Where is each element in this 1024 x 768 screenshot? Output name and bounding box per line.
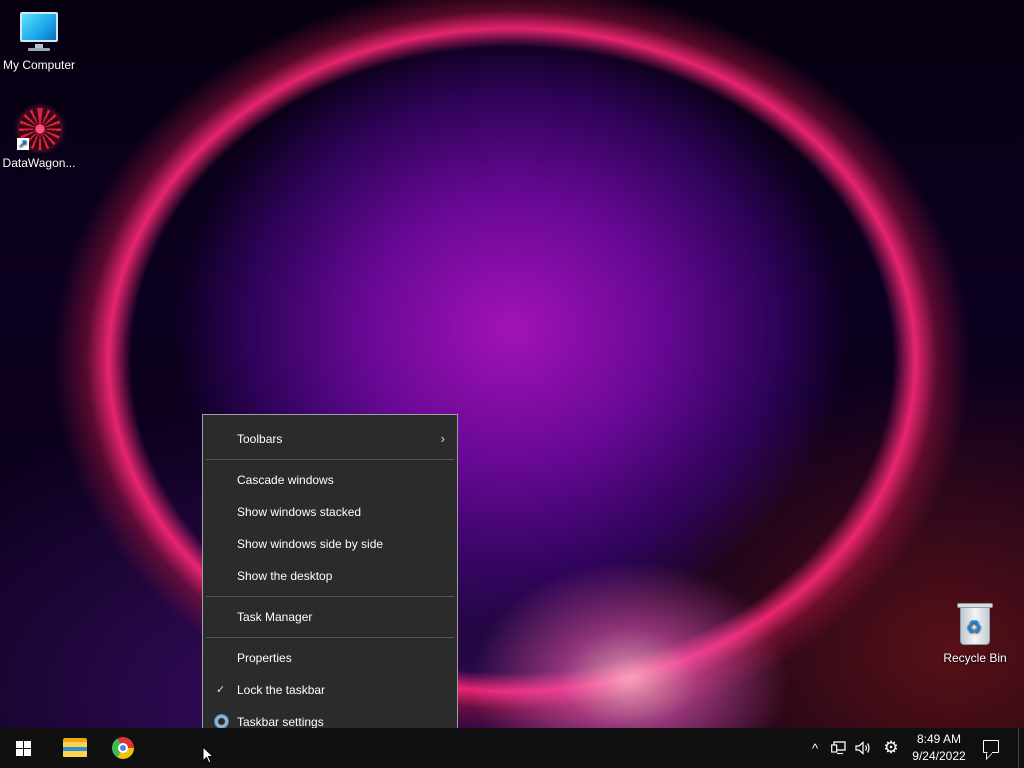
- recycle-bin-icon: ♻: [953, 603, 997, 647]
- menu-item-label: Taskbar settings: [237, 715, 324, 729]
- menu-item-label: Cascade windows: [237, 473, 334, 487]
- menu-item-lock-the-taskbar[interactable]: ✓ Lock the taskbar: [203, 675, 457, 705]
- volume-icon: [855, 741, 870, 755]
- shortcut-arrow-icon: ↗: [17, 138, 29, 150]
- menu-item-cascade-windows[interactable]: Cascade windows: [203, 465, 457, 495]
- taskbar-clock[interactable]: 8:49 AM 9/24/2022: [904, 731, 974, 765]
- monitor-icon: [17, 10, 61, 54]
- menu-item-toolbars[interactable]: Toolbars ›: [203, 424, 457, 454]
- desktop-icon-recycle-bin[interactable]: ♻ Recycle Bin: [935, 603, 1015, 665]
- taskbar-context-menu: Toolbars › Cascade windows Show windows …: [202, 414, 458, 747]
- menu-item-show-the-desktop[interactable]: Show the desktop: [203, 561, 457, 591]
- network-icon[interactable]: [828, 728, 850, 768]
- menu-separator: [206, 459, 454, 460]
- menu-item-label: Properties: [237, 651, 292, 665]
- network-icon: [831, 741, 846, 755]
- menu-item-label: Toolbars: [237, 432, 283, 446]
- desktop-icon-my-computer[interactable]: My Computer: [0, 10, 79, 72]
- menu-item-label: Task Manager: [237, 610, 313, 624]
- clock-date: 9/24/2022: [912, 749, 966, 763]
- menu-item-task-manager[interactable]: Task Manager: [203, 602, 457, 632]
- desktop-icon-datawagon[interactable]: ↗ DataWagon...: [0, 108, 79, 170]
- gear-icon[interactable]: ⚙: [880, 728, 902, 768]
- show-desktop-button[interactable]: [1018, 728, 1019, 768]
- menu-item-label: Show windows stacked: [237, 505, 362, 519]
- menu-item-label: Lock the taskbar: [237, 683, 326, 697]
- mouse-cursor-icon: [202, 746, 214, 764]
- gear-icon: [214, 714, 229, 729]
- desktop-icon-label: Recycle Bin: [943, 651, 1007, 665]
- volume-icon[interactable]: [852, 728, 874, 768]
- menu-item-show-windows-stacked[interactable]: Show windows stacked: [203, 497, 457, 527]
- menu-separator: [206, 596, 454, 597]
- checkmark-icon: ✓: [216, 684, 226, 696]
- wallpaper-glow: [470, 560, 790, 730]
- menu-item-properties[interactable]: Properties: [203, 643, 457, 673]
- menu-item-label: Show the desktop: [237, 569, 333, 583]
- desktop-icon-label: DataWagon...: [2, 156, 76, 170]
- chrome-button[interactable]: [100, 728, 148, 768]
- menu-item-label: Show windows side by side: [237, 537, 384, 551]
- windows-start-icon: [16, 741, 32, 756]
- action-center-icon[interactable]: [983, 740, 999, 753]
- menu-separator: [206, 637, 454, 638]
- taskbar[interactable]: ^ ⚙ 8:49 AM 9/24/2022: [0, 728, 1024, 768]
- desktop-icon-label: My Computer: [2, 58, 76, 72]
- menu-item-show-windows-side-by-side[interactable]: Show windows side by side: [203, 529, 457, 559]
- show-hidden-icons-chevron-up-icon[interactable]: ^: [806, 728, 824, 768]
- chrome-icon: [112, 737, 134, 759]
- clock-time: 8:49 AM: [916, 732, 962, 746]
- chevron-right-icon: ›: [440, 431, 445, 446]
- datawagon-app-icon: ↗: [17, 108, 61, 152]
- file-explorer-button[interactable]: [50, 728, 98, 768]
- start-button[interactable]: [0, 728, 48, 768]
